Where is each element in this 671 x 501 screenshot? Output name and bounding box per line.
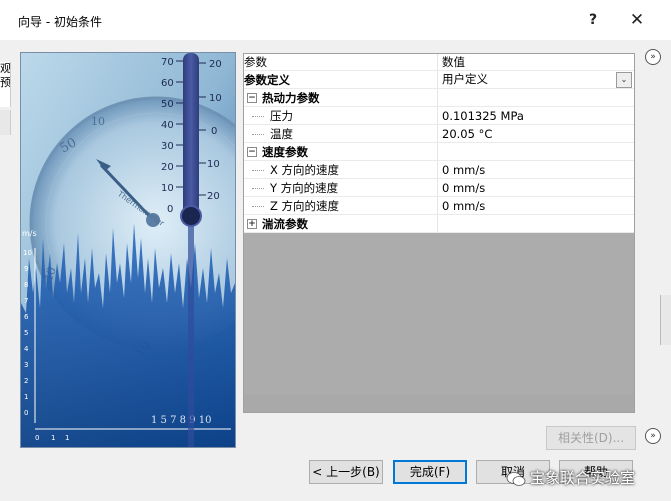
help-title-button[interactable]: ?: [579, 8, 607, 32]
grid-group-turbulence[interactable]: + 湍流参数: [244, 214, 634, 233]
grid-row-x-velocity[interactable]: X 方向的速度 0 mm/s: [244, 160, 634, 179]
svg-text:0: 0: [35, 434, 39, 442]
background-app-edge-lower: [0, 110, 11, 135]
back-button[interactable]: < 上一步(B): [309, 460, 383, 484]
svg-text:30: 30: [161, 141, 174, 152]
group-turbulence-text: 湍流参数: [262, 216, 308, 231]
svg-text:50: 50: [161, 99, 174, 110]
svg-text:1: 1: [51, 434, 55, 442]
group-velocity-text: 速度参数: [262, 144, 308, 159]
pressure-label: 压力: [244, 106, 438, 125]
y-velocity-label-text: Y 方向的速度: [270, 180, 339, 195]
collapse-icon[interactable]: −: [247, 93, 257, 103]
collapse-icon[interactable]: −: [247, 147, 257, 157]
dependencies-button[interactable]: 相关性(D)...: [546, 426, 636, 450]
window-title: 向导 - 初始条件: [18, 15, 102, 29]
svg-text:2: 2: [24, 377, 28, 385]
close-button[interactable]: ✕: [623, 8, 651, 32]
svg-text:3: 3: [24, 361, 28, 369]
y-velocity-label: Y 方向的速度: [244, 178, 438, 197]
svg-text:5: 5: [24, 329, 28, 337]
svg-text:0: 0: [24, 409, 28, 417]
svg-text:7: 7: [24, 297, 28, 305]
svg-text:8: 8: [24, 281, 28, 289]
wechat-icon: [506, 471, 526, 486]
tree-connector: [252, 115, 264, 117]
tree-connector: [252, 205, 264, 207]
svg-text:10: 10: [209, 93, 222, 104]
svg-text:20: 20: [209, 59, 222, 70]
finish-button[interactable]: 完成(F): [393, 460, 467, 484]
pressure-label-text: 压力: [270, 108, 293, 123]
svg-text:6: 6: [24, 313, 29, 321]
tree-connector: [252, 133, 264, 135]
tree-connector: [252, 169, 264, 171]
group-label-velocity[interactable]: − 速度参数: [244, 142, 438, 161]
grid-header-row: 参数 数值: [244, 54, 634, 71]
grid-row-temperature[interactable]: 温度 20.05 °C: [244, 124, 634, 143]
grid-empty-area: [244, 233, 634, 394]
watermark-text: 宝象联合实验室: [530, 469, 636, 487]
x-velocity-value[interactable]: 0 mm/s: [437, 160, 634, 179]
svg-text:10: 10: [207, 159, 220, 170]
svg-text:20: 20: [207, 191, 220, 202]
svg-text:10: 10: [23, 249, 32, 257]
y-velocity-value[interactable]: 0 mm/s: [437, 178, 634, 197]
svg-text:m/s: m/s: [22, 229, 37, 238]
title-bar: 向导 - 初始条件 ? ✕: [0, 0, 671, 40]
parameter-definition-label: 参数定义: [244, 70, 438, 89]
svg-text:1: 1: [65, 434, 69, 442]
grid-group-velocity[interactable]: − 速度参数: [244, 142, 634, 161]
tree-connector: [252, 187, 264, 189]
z-velocity-label-text: Z 方向的速度: [270, 198, 340, 213]
background-app-edge-right: [660, 295, 671, 345]
parameter-definition-dropdown[interactable]: 用户定义 ⌄: [437, 70, 634, 89]
background-app-text: 预: [0, 76, 11, 89]
svg-text:70: 70: [161, 57, 174, 68]
chevron-down-icon[interactable]: ⌄: [616, 72, 632, 88]
background-app-edge: 观 预: [0, 62, 11, 107]
watermark: 宝象联合实验室: [506, 465, 635, 491]
svg-text:10: 10: [91, 115, 105, 128]
grid-row-parameter-definition[interactable]: 参数定义 用户定义 ⌄: [244, 70, 634, 89]
svg-text:1: 1: [24, 393, 28, 401]
group-label-thermodynamic[interactable]: − 热动力参数: [244, 88, 438, 107]
expand-description-icon[interactable]: »: [645, 428, 661, 444]
svg-text:0: 0: [167, 204, 173, 215]
group-thermodynamic-text: 热动力参数: [262, 90, 320, 105]
background-app-text: 观: [0, 62, 11, 75]
svg-text:4: 4: [24, 345, 29, 353]
parameter-definition-value: 用户定义: [442, 72, 488, 86]
temperature-label: 温度: [244, 124, 438, 143]
svg-text:60: 60: [161, 78, 174, 89]
grid-row-y-velocity[interactable]: Y 方向的速度 0 mm/s: [244, 178, 634, 197]
illustration-image: 50 10 Thermometer 40 10 m/s 10987 6543 2…: [21, 53, 235, 447]
svg-text:1 5 7 8 9 10: 1 5 7 8 9 10: [151, 415, 211, 426]
svg-text:0: 0: [211, 126, 217, 137]
svg-text:9: 9: [24, 265, 28, 273]
temperature-value[interactable]: 20.05 °C: [437, 124, 634, 143]
grid-row-z-velocity[interactable]: Z 方向的速度 0 mm/s: [244, 196, 634, 215]
temperature-label-text: 温度: [270, 126, 293, 141]
initial-conditions-grid: 参数 数值 参数定义 用户定义 ⌄ − 热动力参数 压力 0.101325 MPa…: [243, 53, 635, 413]
z-velocity-label: Z 方向的速度: [244, 196, 438, 215]
x-velocity-label-text: X 方向的速度: [270, 162, 340, 177]
svg-text:10: 10: [161, 183, 174, 194]
grid-header-name: 参数: [244, 54, 438, 71]
grid-header-value: 数值: [437, 54, 634, 71]
svg-text:20: 20: [161, 162, 174, 173]
pressure-value[interactable]: 0.101325 MPa: [437, 106, 634, 125]
grid-group-thermodynamic[interactable]: − 热动力参数: [244, 88, 634, 107]
x-velocity-label: X 方向的速度: [244, 160, 438, 179]
z-velocity-value[interactable]: 0 mm/s: [437, 196, 634, 215]
svg-text:40: 40: [161, 120, 174, 131]
expand-panel-icon[interactable]: »: [645, 49, 661, 65]
grid-row-pressure[interactable]: 压力 0.101325 MPa: [244, 106, 634, 125]
wizard-illustration: 50 10 Thermometer 40 10 m/s 10987 6543 2…: [20, 52, 236, 448]
group-label-turbulence[interactable]: + 湍流参数: [244, 214, 438, 233]
expand-icon[interactable]: +: [247, 219, 257, 229]
